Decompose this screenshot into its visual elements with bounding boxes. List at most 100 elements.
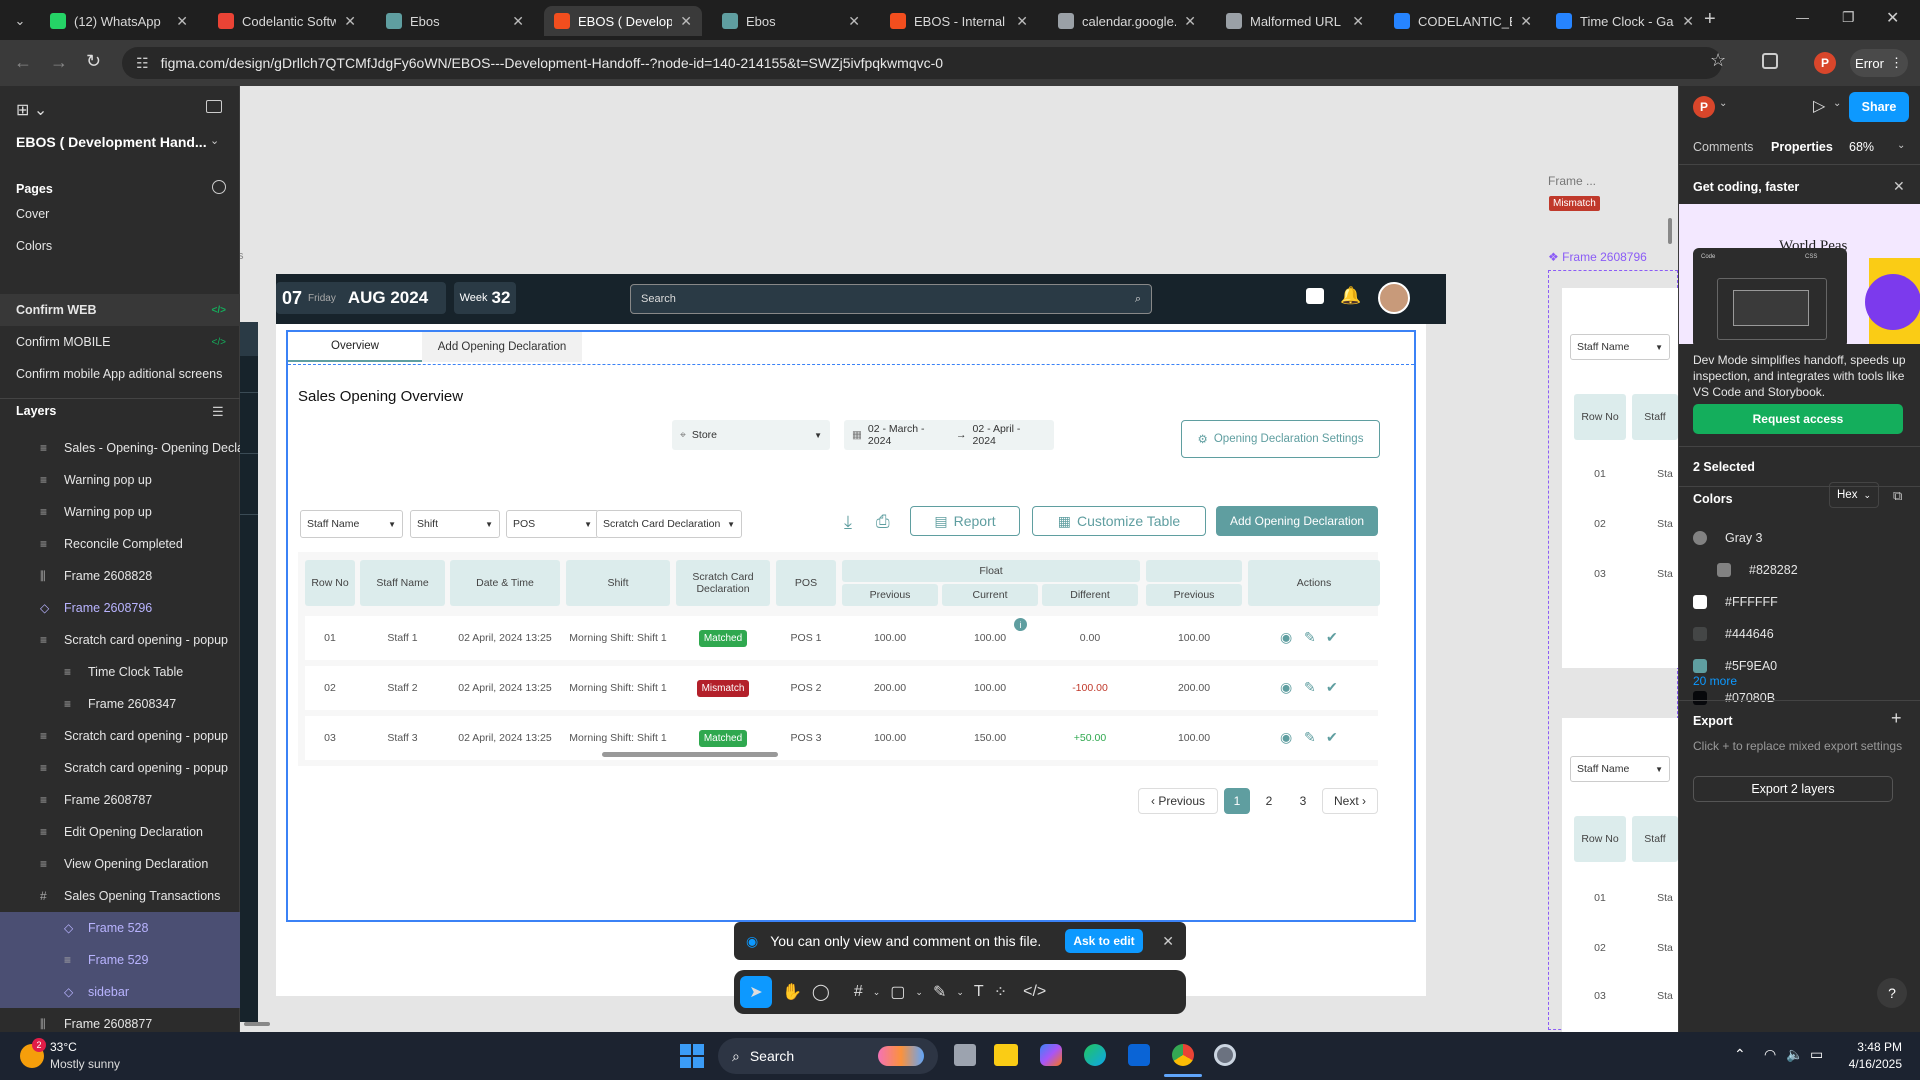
ask-to-edit-button[interactable]: Ask to edit (1065, 929, 1143, 953)
reload-icon[interactable]: ↻ (86, 51, 101, 72)
layer-item[interactable]: ◇ Frame 528 (0, 912, 240, 944)
layer-item[interactable]: ≡ Warning pop up (0, 496, 240, 528)
volume-icon[interactable]: 🔈 (1786, 1046, 1803, 1063)
report-button[interactable]: ▤ Report (910, 506, 1020, 536)
filter-scratch-card[interactable]: Scratch Card Declaration ▼ (596, 510, 742, 538)
layers-options-icon[interactable]: ☰ (212, 404, 224, 420)
hand-tool-icon[interactable]: ✋ (782, 982, 802, 1002)
browser-tab[interactable]: CODELANTIC_EBC ✕ (1384, 6, 1542, 36)
layer-item[interactable]: ≡ Frame 529 (0, 944, 240, 976)
date-range-picker[interactable]: ▦ 02 - March - 2024 → 02 - April - 2024 (844, 420, 1054, 450)
error-button[interactable]: Error ⋮ (1850, 49, 1908, 77)
page-item[interactable]: Colors (0, 230, 240, 262)
restore-icon[interactable]: ❐ (1842, 9, 1855, 26)
layer-item[interactable]: ≡ View Opening Declaration (0, 848, 240, 880)
profile-avatar[interactable]: P (1814, 52, 1836, 74)
minimize-icon[interactable]: — (1796, 10, 1809, 25)
color-row[interactable]: #FFFFFF (1679, 588, 1920, 616)
color-mode-select[interactable]: Hex ⌄ (1829, 482, 1879, 508)
next-page-button[interactable]: Next › (1322, 788, 1378, 814)
page-item[interactable]: Confirm MOBILE </> (0, 326, 240, 358)
browser-tab[interactable]: EBOS - Internal W ✕ (880, 6, 1038, 36)
request-access-button[interactable]: Request access (1693, 404, 1903, 434)
present-icon[interactable]: ▷ (1813, 96, 1825, 116)
back-icon[interactable]: ← (14, 52, 32, 73)
layer-item[interactable]: ⫼ Frame 2608828 (0, 560, 240, 592)
color-row[interactable]: #828282 (1679, 556, 1920, 584)
frame-tool-icon[interactable]: # (854, 983, 863, 1001)
close-tab-icon[interactable]: ✕ (1520, 13, 1532, 30)
app-search-input[interactable]: Search ⌕ (630, 284, 1152, 314)
browser-tab[interactable]: calendar.google.c ✕ (1048, 6, 1206, 36)
eye-icon[interactable]: ◉ (1280, 679, 1292, 696)
staff-select[interactable]: Staff Name ▼ (1570, 334, 1670, 360)
clock-date[interactable]: 4/16/2025 (1838, 1057, 1902, 1071)
figma-canvas[interactable]: s Frame ... Mismatch ❖ Frame 2608796 Sta… (240, 86, 1678, 1032)
tab-comments[interactable]: Comments (1693, 140, 1753, 154)
sidebar-toggle-icon[interactable] (206, 100, 222, 113)
eye-icon[interactable]: ◉ (1280, 729, 1292, 746)
dev-mode-icon[interactable]: </> (1023, 983, 1046, 1001)
browser-tab[interactable]: Codelantic Softw ✕ (208, 6, 366, 36)
tab-add-opening[interactable]: Add Opening Declaration (422, 332, 582, 362)
page-3-button[interactable]: 3 (1290, 788, 1316, 814)
wifi-icon[interactable]: ◠ (1764, 1046, 1776, 1063)
filter-staff-name[interactable]: Staff Name ▼ (300, 510, 403, 538)
help-button[interactable]: ? (1877, 978, 1907, 1008)
task-view-icon[interactable] (954, 1044, 976, 1066)
edit-icon[interactable]: ✎ (1304, 629, 1316, 646)
add-opening-button[interactable]: Add Opening Declaration (1216, 506, 1378, 536)
chat-icon[interactable] (1306, 288, 1324, 304)
store-select[interactable]: ⌖ Store ▼ (672, 420, 830, 450)
user-avatar-p[interactable]: P (1693, 96, 1715, 118)
page-2-button[interactable]: 2 (1256, 788, 1282, 814)
tab-overview[interactable]: Overview (288, 332, 422, 362)
shape-tool-icon[interactable]: ▢ (890, 982, 905, 1002)
page-item[interactable]: Confirm mobile App aditional screens (0, 358, 240, 390)
close-tab-icon[interactable]: ✕ (344, 13, 356, 30)
extensions-icon[interactable] (1762, 53, 1778, 69)
comment-tool-icon[interactable]: ◯ (812, 982, 830, 1002)
tray-chevron-icon[interactable]: ⌃ (1734, 1046, 1746, 1063)
close-tab-icon[interactable]: ✕ (680, 13, 692, 30)
close-toast-icon[interactable]: ✕ (1162, 933, 1174, 950)
pen-tool-icon[interactable]: ✎ (933, 982, 946, 1002)
verify-icon[interactable]: ✔ (1326, 679, 1338, 696)
pen-chevron-icon[interactable]: ⌄ (956, 987, 964, 998)
windows-start-icon[interactable] (680, 1044, 704, 1068)
file-name[interactable]: EBOS ( Development Hand... (16, 134, 207, 150)
layer-item[interactable]: ≡ Scratch card opening - popup (0, 624, 240, 656)
text-tool-icon[interactable]: T (974, 983, 984, 1001)
browser-tab[interactable]: Ebos ✕ (376, 6, 534, 36)
zoom-chevron-icon[interactable]: ⌄ (1897, 140, 1905, 151)
address-bar[interactable]: ☷ figma.com/design/gDrllch7QTCMfJdgFy6oW… (122, 47, 1722, 79)
copilot-icon[interactable] (1040, 1044, 1062, 1066)
edit-icon[interactable]: ✎ (1304, 679, 1316, 696)
layer-item[interactable]: ≡ Frame 2608787 (0, 784, 240, 816)
close-window-icon[interactable]: ✕ (1886, 8, 1899, 28)
browser-tab[interactable]: EBOS ( Developm ✕ (544, 6, 702, 36)
browser-tab[interactable]: Malformed URL E ✕ (1216, 6, 1374, 36)
eye-icon[interactable]: ◉ (1280, 629, 1292, 646)
tab-search-icon[interactable]: ⌄ (8, 10, 32, 32)
verify-icon[interactable]: ✔ (1326, 729, 1338, 746)
frame-chevron-icon[interactable]: ⌄ (873, 987, 881, 998)
user-avatar[interactable] (1378, 282, 1410, 314)
avatar-chevron-icon[interactable]: ⌄ (1719, 98, 1727, 109)
copy-colors-icon[interactable]: ⧉ (1893, 488, 1902, 504)
staff-select-2[interactable]: Staff Name ▼ (1570, 756, 1670, 782)
color-row[interactable]: Gray 3 (1679, 524, 1920, 552)
file-chevron-icon[interactable]: ⌄ (210, 134, 219, 147)
edge-icon[interactable] (1084, 1044, 1106, 1066)
export-layers-button[interactable]: Export 2 layers (1693, 776, 1893, 802)
add-export-icon[interactable]: + (1891, 708, 1902, 729)
layer-item[interactable]: ≡ Frame 2608347 (0, 688, 240, 720)
page-item[interactable]: Cover (0, 198, 240, 230)
clock-time[interactable]: 3:48 PM (1846, 1040, 1902, 1054)
layer-item[interactable]: ≡ Edit Opening Declaration (0, 816, 240, 848)
verify-icon[interactable]: ✔ (1326, 629, 1338, 646)
layer-item[interactable]: ◇ sidebar (0, 976, 240, 1008)
bookmark-star-icon[interactable]: ☆ (1710, 50, 1726, 71)
layer-item[interactable]: ≡ Reconcile Completed (0, 528, 240, 560)
print-icon[interactable]: ⎙ (876, 512, 890, 532)
